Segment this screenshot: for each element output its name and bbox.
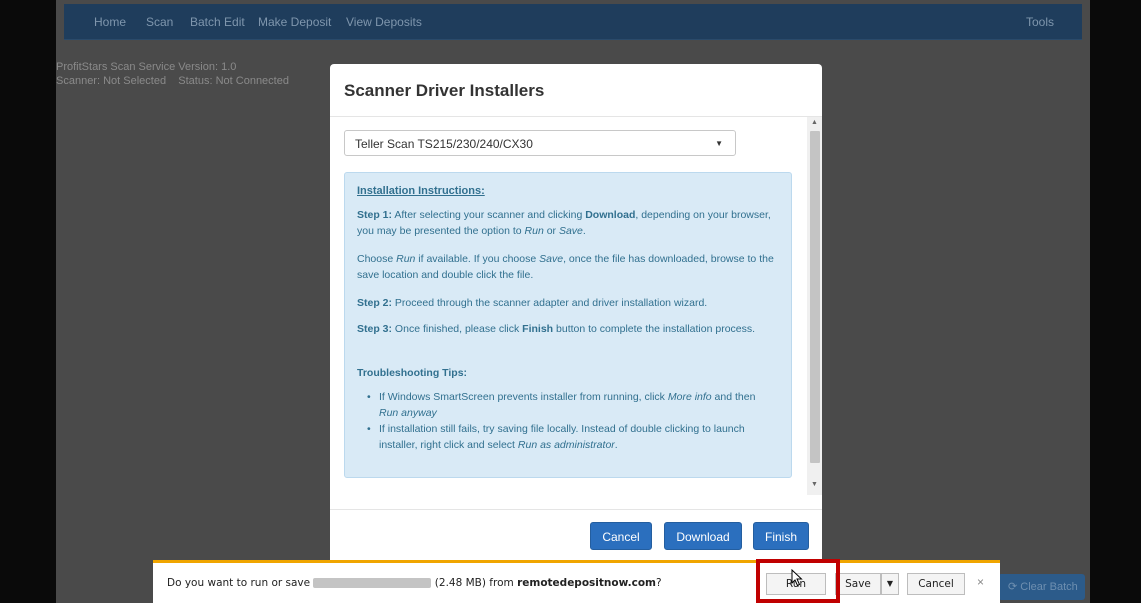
list-item: If Windows SmartScreen prevents installe… (367, 389, 777, 421)
nav-view-deposits[interactable]: View Deposits (346, 15, 422, 29)
nav-home[interactable]: Home (94, 15, 126, 29)
scroll-up-icon[interactable]: ▲ (811, 119, 818, 126)
nav-make-deposit[interactable]: Make Deposit (258, 15, 331, 29)
chevron-down-icon: ▼ (715, 139, 723, 148)
cancel-download-button[interactable]: Cancel (907, 573, 965, 595)
troubleshooting-list: If Windows SmartScreen prevents installe… (367, 389, 777, 453)
scroll-down-icon[interactable]: ▼ (811, 481, 818, 488)
list-item: If installation still fails, try saving … (367, 421, 777, 453)
download-button[interactable]: Download (664, 522, 742, 550)
mouse-cursor-icon (791, 569, 803, 587)
modal-header-divider (330, 116, 822, 117)
modal-scrollbar[interactable]: ▲ ▼ (807, 117, 822, 495)
nav-tools[interactable]: Tools (1026, 15, 1054, 29)
scan-service-info: ProfitStars Scan Service Version: 1.0 Sc… (56, 60, 289, 88)
scanner-status-text: Scanner: Not Selected Status: Not Connec… (56, 75, 289, 87)
download-prompt-text: Do you want to run or save (2.48 MB) fro… (167, 577, 662, 589)
clear-batch-button[interactable]: ⟳ Clear Batch (998, 574, 1085, 600)
clear-batch-label: Clear Batch (1020, 581, 1078, 593)
save-button[interactable]: Save (835, 573, 881, 595)
scroll-thumb[interactable] (810, 131, 820, 463)
instructions-heading: Installation Instructions: (357, 185, 485, 197)
troubleshooting-heading: Troubleshooting Tips: (357, 367, 468, 379)
step-2-text: Step 2: Proceed through the scanner adap… (357, 297, 708, 309)
nav-scan[interactable]: Scan (146, 15, 173, 29)
scanner-driver-modal: Scanner Driver Installers Teller Scan TS… (330, 64, 822, 564)
redacted-filename (313, 578, 432, 588)
modal-footer-divider (330, 509, 822, 510)
scanner-model-value: Teller Scan TS215/230/240/CX30 (355, 137, 533, 151)
finish-button[interactable]: Finish (753, 522, 809, 550)
close-icon[interactable]: × (977, 575, 984, 589)
installation-instructions-panel: Installation Instructions: Step 1: After… (344, 172, 792, 478)
screen: Home Scan Batch Edit Make Deposit View D… (0, 0, 1141, 603)
step-3-text: Step 3: Once finished, please click Fini… (357, 323, 756, 335)
scanner-model-select[interactable]: Teller Scan TS215/230/240/CX30 ▼ (344, 130, 736, 156)
nav-batch-edit[interactable]: Batch Edit (190, 15, 245, 29)
refresh-icon: ⟳ (1008, 581, 1018, 593)
modal-title: Scanner Driver Installers (344, 81, 545, 100)
save-options-chevron-down-icon[interactable]: ▼ (881, 573, 899, 595)
top-navbar: Home Scan Batch Edit Make Deposit View D… (64, 4, 1082, 40)
service-version-text: ProfitStars Scan Service Version: 1.0 (56, 61, 237, 73)
cancel-button[interactable]: Cancel (590, 522, 652, 550)
choose-run-text: Choose Run if available. If you choose S… (357, 253, 774, 281)
step-1-text: Step 1: After selecting your scanner and… (357, 209, 771, 237)
browser-download-bar: Do you want to run or save (2.48 MB) fro… (153, 560, 1000, 603)
